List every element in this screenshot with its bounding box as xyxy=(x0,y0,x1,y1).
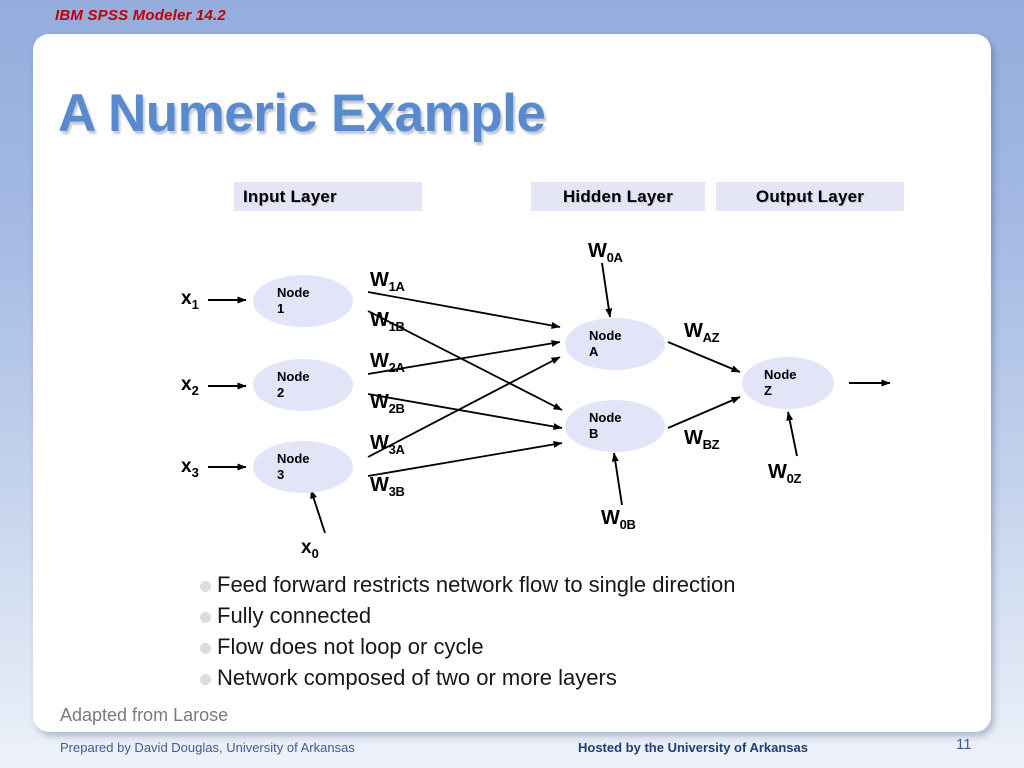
node-input-2-name: Node xyxy=(277,369,310,384)
weight-label-w1a: W1A xyxy=(370,269,405,294)
weight-w2a-base: W xyxy=(370,350,389,372)
input-signal-x1-sub: 1 xyxy=(191,296,199,312)
weight-label-w2b: W2B xyxy=(370,391,405,416)
node-hidden-b[interactable]: Node B xyxy=(565,400,665,452)
product-banner-title: IBM SPSS Modeler 14.2 xyxy=(55,7,226,24)
weight-w1b-sub: 1B xyxy=(388,319,405,334)
bullet-dot-icon xyxy=(200,643,211,654)
node-output-z[interactable]: Node Z xyxy=(742,357,834,409)
node-input-3-name: Node xyxy=(277,451,310,466)
weight-w0a-sub: 0A xyxy=(606,250,623,265)
node-input-3-index: 3 xyxy=(277,467,285,482)
weight-label-w2a: W2A xyxy=(370,350,405,375)
weight-w1b-base: W xyxy=(370,309,389,331)
node-input-2[interactable]: Node 2 xyxy=(253,359,353,411)
weight-label-w3b: W3B xyxy=(370,474,405,499)
node-hidden-a[interactable]: Node A xyxy=(565,318,665,370)
list-item: Fully connected xyxy=(200,601,960,632)
list-item: Feed forward restricts network flow to s… xyxy=(200,570,960,601)
input-signal-x3: x3 xyxy=(181,456,199,480)
node-input-1-name: Node xyxy=(277,285,310,300)
node-hidden-b-index: B xyxy=(589,426,599,441)
bullet-dot-icon xyxy=(200,674,211,685)
node-input-1-index: 1 xyxy=(277,301,285,316)
weight-w2b-sub: 2B xyxy=(388,401,405,416)
input-signal-x3-sub: 3 xyxy=(191,464,199,480)
weight-w0z-sub: 0Z xyxy=(786,471,802,486)
input-signal-x0-bias: x0 xyxy=(301,537,319,561)
weight-w3b-sub: 3B xyxy=(388,484,405,499)
list-item: Flow does not loop or cycle xyxy=(200,632,960,663)
footer-hosted-by: Hosted by the University of Arkansas xyxy=(578,740,808,755)
bullet-text: Fully connected xyxy=(217,603,372,628)
input-signal-x2-base: x xyxy=(181,374,192,395)
weight-label-w0b: W0B xyxy=(601,507,636,532)
weight-label-w0z: W0Z xyxy=(768,461,801,486)
node-output-z-name: Node xyxy=(764,367,797,382)
weight-wbz-sub: BZ xyxy=(702,437,720,452)
node-input-3[interactable]: Node 3 xyxy=(253,441,353,493)
bullet-list: Feed forward restricts network flow to s… xyxy=(200,570,960,694)
bullet-text: Network composed of two or more layers xyxy=(217,665,617,690)
attribution-note: Adapted from Larose xyxy=(60,705,229,725)
node-input-1[interactable]: Node 1 xyxy=(253,275,353,327)
weight-label-waz: WAZ xyxy=(684,320,720,345)
bullet-dot-icon xyxy=(200,581,211,592)
node-hidden-a-index: A xyxy=(589,344,599,359)
input-signal-x3-base: x xyxy=(181,456,192,477)
node-input-2-index: 2 xyxy=(277,385,285,400)
weight-w0z-base: W xyxy=(768,461,787,483)
weight-waz-sub: AZ xyxy=(702,330,720,345)
weight-w3a-sub: 3A xyxy=(388,442,405,457)
weight-w2a-sub: 2A xyxy=(388,360,405,375)
weight-w2b-base: W xyxy=(370,391,389,413)
node-output-z-index: Z xyxy=(764,383,772,398)
weight-w3b-base: W xyxy=(370,474,389,496)
weight-label-wbz: WBZ xyxy=(684,427,720,452)
weight-waz-base: W xyxy=(684,320,703,342)
weight-w3a-base: W xyxy=(370,432,389,454)
input-signal-x1-base: x xyxy=(181,288,192,309)
page-title: A Numeric Example xyxy=(58,84,546,143)
input-signal-x0-sub: 0 xyxy=(311,545,319,561)
footer-page-number: 11 xyxy=(956,736,972,753)
input-signal-x0-base: x xyxy=(301,537,312,558)
weight-w1a-base: W xyxy=(370,269,389,291)
bullet-text: Feed forward restricts network flow to s… xyxy=(217,572,736,597)
layer-header-output: Output Layer xyxy=(716,182,904,211)
weight-label-w1b: W1B xyxy=(370,309,405,334)
bullet-text: Flow does not loop or cycle xyxy=(217,634,484,659)
weight-w1a-sub: 1A xyxy=(388,279,405,294)
node-hidden-b-name: Node xyxy=(589,410,622,425)
weight-w0a-base: W xyxy=(588,240,607,262)
layer-header-hidden: Hidden Layer xyxy=(531,182,705,211)
weight-wbz-base: W xyxy=(684,427,703,449)
input-signal-x2-sub: 2 xyxy=(191,382,199,398)
footer-prepared-by: Prepared by David Douglas, University of… xyxy=(60,740,355,755)
weight-label-w0a: W0A xyxy=(588,240,623,265)
layer-header-input: Input Layer xyxy=(234,182,422,211)
input-signal-x1: x1 xyxy=(181,288,199,312)
input-signal-x2: x2 xyxy=(181,374,199,398)
weight-w0b-base: W xyxy=(601,507,620,529)
list-item: Network composed of two or more layers xyxy=(200,663,960,694)
weight-w0b-sub: 0B xyxy=(619,517,636,532)
bullet-dot-icon xyxy=(200,612,211,623)
weight-label-w3a: W3A xyxy=(370,432,405,457)
node-hidden-a-name: Node xyxy=(589,328,622,343)
